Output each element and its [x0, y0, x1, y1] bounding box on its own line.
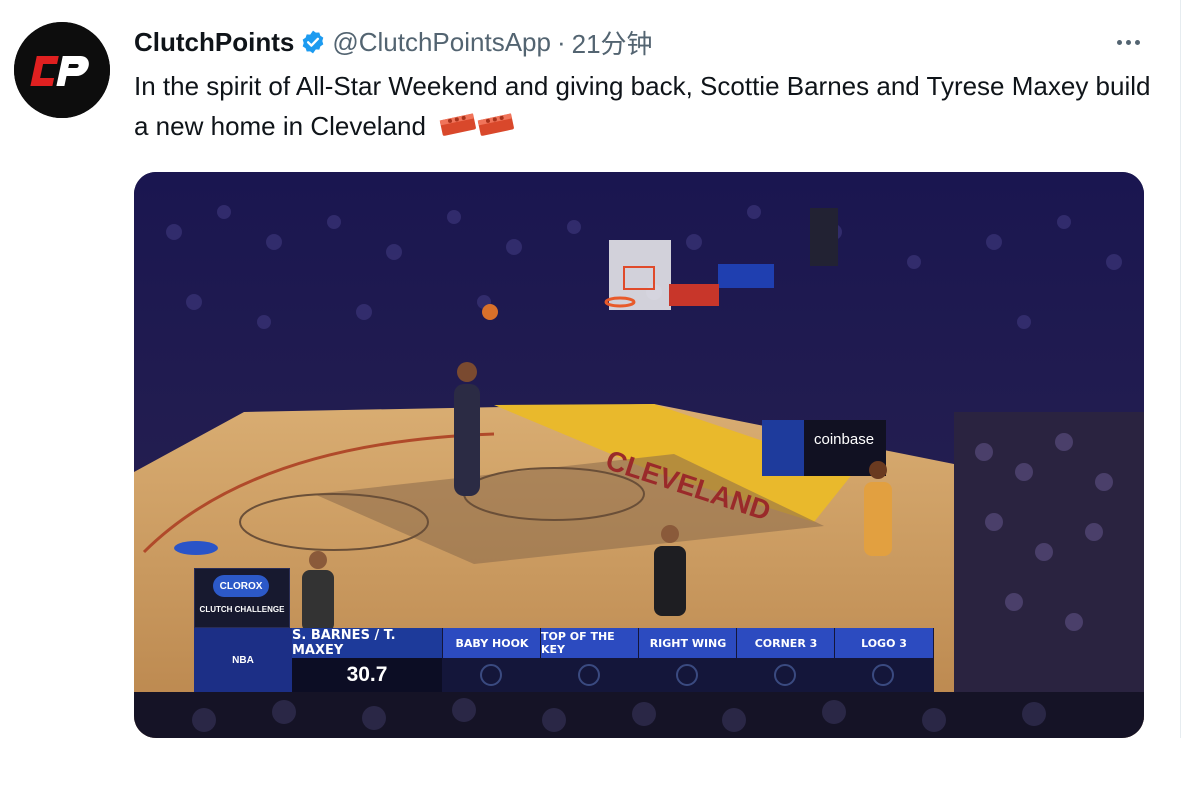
scorebar-time: 30.7: [292, 658, 442, 692]
brick-icon: [439, 109, 515, 150]
spot-label: LOGO 3: [834, 628, 933, 658]
user-handle[interactable]: @ClutchPointsApp: [332, 27, 551, 58]
challenge-brand: CLOROX: [213, 575, 269, 597]
verified-badge-icon: [300, 29, 326, 55]
sponsor-board-text: coinbase: [814, 431, 874, 448]
challenge-label: CLUTCH CHALLENGE: [199, 605, 285, 614]
nba-allstar-logo-icon: NBA: [194, 628, 292, 692]
tweet-media-video[interactable]: CLEVELAND coinbase CLOROX CLUTCH CHALLEN…: [134, 172, 1144, 738]
spot-indicator-icon: [774, 664, 796, 686]
tweet-text: In the spirit of All-Star Weekend and gi…: [134, 66, 1164, 150]
display-name[interactable]: ClutchPoints: [134, 27, 294, 58]
avatar[interactable]: [14, 22, 110, 118]
spot-label: TOP OF THE KEY: [540, 628, 639, 658]
clutch-challenge-badge: CLOROX CLUTCH CHALLENGE: [194, 568, 290, 628]
spot-indicator-icon: [676, 664, 698, 686]
spot-label: CORNER 3: [736, 628, 835, 658]
clutchpoints-logo-icon: [14, 22, 110, 118]
tweet-text-content: In the spirit of All-Star Weekend and gi…: [134, 71, 1151, 141]
scorebar-logo-text: NBA: [232, 654, 254, 666]
spot-indicator-icon: [872, 664, 894, 686]
tweet-timestamp[interactable]: 21分钟: [572, 24, 653, 61]
spot-indicator-icon: [578, 664, 600, 686]
more-options-icon[interactable]: [1108, 28, 1148, 56]
tweet-header: ClutchPoints @ClutchPointsApp · 21分钟: [134, 24, 653, 60]
spot-label: BABY HOOK: [442, 628, 541, 658]
timeline-divider: [1180, 0, 1181, 738]
spot-indicator-icon: [480, 664, 502, 686]
scorebar-team: S. BARNES / T. MAXEY: [292, 628, 442, 658]
spot-label: RIGHT WING: [638, 628, 737, 658]
separator-dot: ·: [556, 26, 566, 57]
scorebar: NBA S. BARNES / T. MAXEY 30.7 BABY HOOK …: [194, 628, 934, 692]
tweet: ClutchPoints @ClutchPointsApp · 21分钟 In …: [0, 0, 1204, 790]
